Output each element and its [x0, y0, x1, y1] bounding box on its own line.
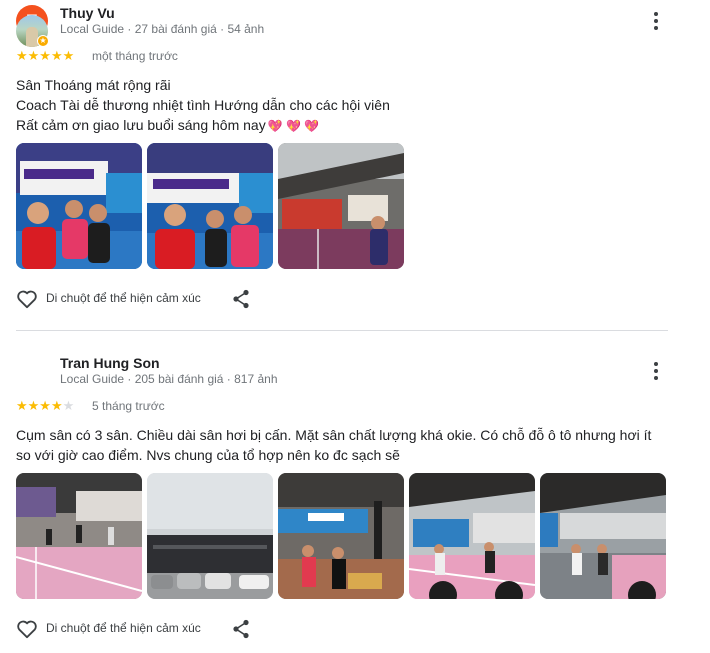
review-text-line: Cụm sân có 3 sân. Chiều dài sân hơi bị c…: [16, 427, 652, 443]
review-photo[interactable]: [147, 473, 273, 599]
more-options-button[interactable]: [648, 360, 664, 382]
star-rating: ★★★★★: [16, 398, 75, 413]
review-photo[interactable]: [16, 143, 142, 269]
review-date: 5 tháng trước: [92, 399, 165, 413]
review-text-line: Sân Thoáng mát rộng rãi: [16, 77, 171, 93]
like-hint-label[interactable]: Di chuột để thể hiện cảm xúc: [46, 621, 201, 635]
review-text: Sân Thoáng mát rộng rãi Coach Tài dễ thư…: [16, 75, 676, 136]
review-divider: [16, 330, 668, 331]
review-photo[interactable]: [278, 143, 404, 269]
review-photo[interactable]: [16, 473, 142, 599]
review-text-line: Rất cảm ơn giao lưu buổi sáng hôm nay 💖 💖…: [16, 117, 320, 133]
like-hint-label[interactable]: Di chuột để thể hiện cảm xúc: [46, 291, 201, 305]
heart-outline-icon: [17, 620, 37, 639]
more-vert-icon: [654, 12, 658, 16]
local-guide-star-icon: ★: [37, 35, 49, 47]
reviewer-name[interactable]: Thuy Vu: [60, 5, 115, 21]
reviewer-meta[interactable]: Local Guide · 205 bài đánh giá · 817 ảnh: [60, 372, 278, 386]
like-button[interactable]: [16, 289, 38, 312]
star-rating: ★★★★★: [16, 48, 75, 63]
review-photo[interactable]: [147, 143, 273, 269]
heart-emoji: 💖 💖 💖: [267, 119, 320, 133]
share-icon: [233, 289, 249, 309]
review-photo[interactable]: [278, 473, 404, 599]
review-photo[interactable]: [409, 473, 535, 599]
reviewer-name[interactable]: Tran Hung Son: [60, 355, 160, 371]
like-button[interactable]: [16, 619, 38, 642]
review-photo[interactable]: [540, 473, 666, 599]
review-text-line: so với giờ cao điểm. Nvs chung của tổ hợ…: [16, 447, 400, 463]
share-button[interactable]: [232, 619, 250, 642]
more-vert-icon: [654, 362, 658, 366]
review-text: Cụm sân có 3 sân. Chiều dài sân hơi bị c…: [16, 425, 676, 465]
share-button[interactable]: [232, 289, 250, 312]
review-text-line: Coach Tài dễ thương nhiệt tình Hướng dẫn…: [16, 97, 390, 113]
more-options-button[interactable]: [648, 10, 664, 32]
share-icon: [233, 619, 249, 639]
heart-outline-icon: [17, 290, 37, 309]
review-date: một tháng trước: [92, 49, 178, 63]
reviewer-meta[interactable]: Local Guide · 27 bài đánh giá · 54 ảnh: [60, 22, 264, 36]
